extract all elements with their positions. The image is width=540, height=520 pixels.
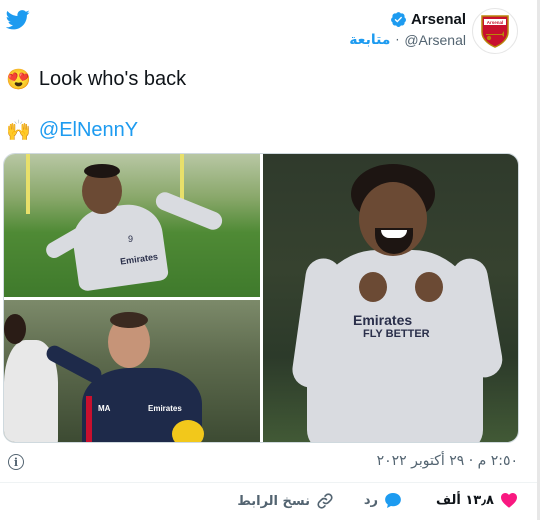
player-smile <box>381 230 407 238</box>
player-hair <box>84 164 120 178</box>
crest-text: Arsenal <box>487 20 504 25</box>
heart-icon <box>501 493 517 508</box>
player-arm <box>153 189 225 233</box>
ball <box>172 420 204 442</box>
player-hand <box>359 272 387 302</box>
shirt-number: 9 <box>128 234 134 244</box>
copy-link-button[interactable]: نسخ الرابط <box>237 492 334 510</box>
author-display-name[interactable]: Arsenal <box>411 11 466 28</box>
tweet-text-line-1: 😍 Look who's back <box>6 67 186 92</box>
info-icon[interactable]: i <box>8 454 24 470</box>
divider <box>0 482 537 483</box>
player-hand <box>415 272 443 302</box>
like-count: ١٣٫٨ ألف <box>435 492 494 508</box>
media-grid: Emirates 9 MA Emirates Emirates FLY BETT… <box>3 153 519 443</box>
tweet-card: Arsenal متابعة · @Arsenal Arsenal 😍 Look… <box>0 0 540 520</box>
tweet-text: Look who's back <box>38 68 187 90</box>
heart-eyes-emoji: 😍 <box>6 69 31 91</box>
shirt-tagline-text: FLY BETTER <box>363 328 430 340</box>
mention-link[interactable]: @ElNennY <box>39 119 138 142</box>
training-pole <box>180 154 184 202</box>
reply-button[interactable]: رد <box>364 492 402 509</box>
twitter-bird-icon[interactable] <box>6 10 30 30</box>
author-name-row[interactable]: Arsenal <box>390 11 466 28</box>
player-shirt <box>68 200 170 292</box>
raised-hands-emoji: 🙌 <box>6 120 31 142</box>
tweet-text-line-2: 🙌 @ElNennY <box>6 118 138 143</box>
photo-1[interactable]: Emirates 9 <box>4 154 260 297</box>
training-pole <box>26 154 30 214</box>
shirt-sponsor-text: Emirates <box>353 312 413 328</box>
author-meta-row: متابعة · @Arsenal <box>349 32 466 48</box>
follow-button[interactable]: متابعة <box>349 32 390 48</box>
link-icon <box>317 493 333 509</box>
tweet-timestamp[interactable]: ٢:٥٠ م · ٢٩ أكتوبر ٢٠٢٢ <box>377 453 518 469</box>
author-avatar[interactable]: Arsenal <box>472 8 518 54</box>
photo-3[interactable]: Emirates FLY BETTER <box>263 154 518 442</box>
jacket-sponsor-text: Emirates <box>148 404 182 413</box>
coach-hair <box>110 312 148 328</box>
like-button[interactable]: ١٣٫٨ ألف <box>436 492 518 508</box>
arsenal-crest-icon: Arsenal <box>481 15 509 48</box>
separator-dot: · <box>395 33 400 47</box>
reply-label: رد <box>363 493 378 508</box>
copy-link-label: نسخ الرابط <box>237 493 310 509</box>
jacket-trim <box>86 396 92 442</box>
bystander-head <box>4 314 26 344</box>
reply-bubble-icon <box>385 493 401 508</box>
author-handle[interactable]: @Arsenal <box>404 32 466 48</box>
jacket-initials: MA <box>98 404 111 413</box>
photo-2[interactable]: MA Emirates <box>4 300 260 442</box>
verified-badge-icon <box>391 12 406 27</box>
